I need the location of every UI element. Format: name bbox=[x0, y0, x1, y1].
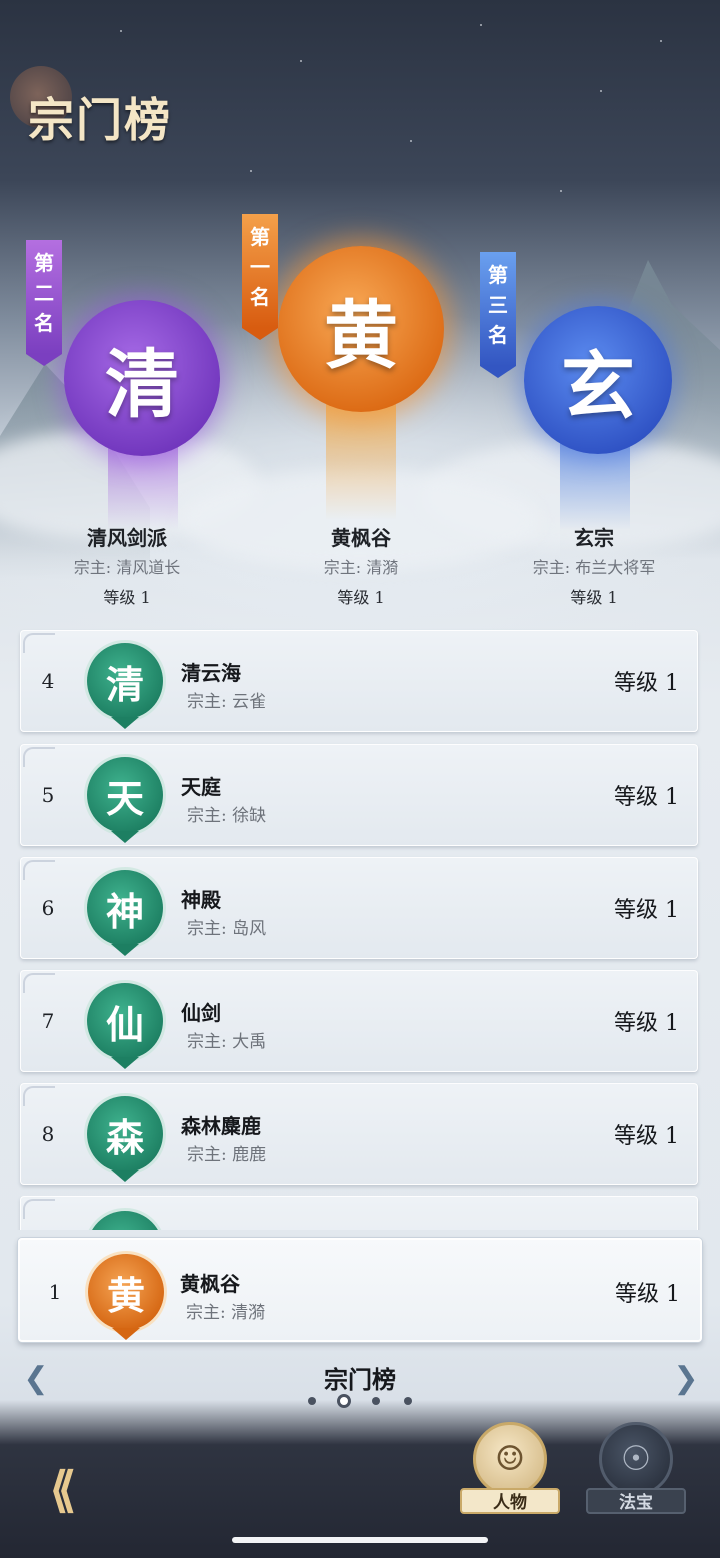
row-rank: 6 bbox=[41, 896, 55, 920]
row-rank: 8 bbox=[41, 1122, 55, 1146]
page-dot-active[interactable] bbox=[337, 1394, 351, 1408]
row-sect-name: 神殿 bbox=[181, 888, 221, 912]
sect-emblem-icon bbox=[87, 1211, 163, 1230]
page-dot[interactable] bbox=[308, 1397, 316, 1405]
my-sect-leader: 宗主: 清漪 bbox=[186, 1303, 266, 1323]
star-decoration bbox=[660, 40, 662, 42]
ranking-row[interactable]: 7 仙 仙剑 宗主: 大禹 等级 1 bbox=[20, 970, 698, 1072]
row-level: 等级 1 bbox=[614, 785, 679, 810]
rank-char: 第 bbox=[488, 263, 508, 287]
podium-second-leader: 宗主: 清风道长 bbox=[73, 558, 181, 577]
my-rank: 1 bbox=[48, 1280, 62, 1304]
emblem-char: 黄 bbox=[106, 1272, 145, 1318]
back-arrow-icon[interactable]: ⟪ bbox=[30, 1462, 96, 1518]
row-level: 等级 1 bbox=[614, 898, 679, 923]
ranking-row[interactable]: 8 森 森林麋鹿 宗主: 鹿鹿 等级 1 bbox=[20, 1083, 698, 1185]
nav-character-label: 人物 bbox=[460, 1488, 560, 1514]
light-beam bbox=[326, 400, 396, 520]
my-sect-level: 等级 1 bbox=[615, 1282, 680, 1307]
row-level: 等级 1 bbox=[614, 671, 679, 696]
row-rank: 7 bbox=[41, 1009, 55, 1033]
rank-char: 二 bbox=[34, 281, 54, 305]
nav-treasure-label: 法宝 bbox=[586, 1488, 686, 1514]
row-level: 等级 1 bbox=[614, 1011, 679, 1036]
rank-char: 一 bbox=[250, 255, 270, 279]
sect-ranking-screen: 宗门榜 清 第 二 名 黄 第 一 名 玄 第 三 名 清风剑派 宗主: 清风道… bbox=[0, 0, 720, 1558]
page-dot[interactable] bbox=[404, 1397, 412, 1405]
page-dot[interactable] bbox=[372, 1397, 380, 1405]
row-sect-name: 森林麋鹿 bbox=[181, 1114, 261, 1138]
rank-badge-second: 第 二 名 bbox=[26, 240, 62, 366]
podium-third-leader: 宗主: 布兰大将军 bbox=[532, 558, 656, 577]
rank-char: 名 bbox=[250, 285, 270, 309]
row-leader: 宗主: 徐缺 bbox=[187, 806, 267, 826]
podium-first-emblem[interactable]: 黄 bbox=[278, 246, 444, 412]
chevron-right-icon[interactable]: ❯ bbox=[670, 1362, 702, 1396]
row-rank: 5 bbox=[41, 783, 55, 807]
rank-badge-first: 第 一 名 bbox=[242, 214, 278, 340]
my-sect-name: 黄枫谷 bbox=[180, 1272, 240, 1296]
rank-char: 第 bbox=[34, 251, 54, 275]
nav-character-button[interactable]: ☺ 人物 bbox=[460, 1422, 560, 1522]
emblem-char: 神 bbox=[105, 888, 144, 934]
my-sect-emblem-icon: 黄 bbox=[88, 1254, 164, 1340]
rank-char: 名 bbox=[488, 323, 508, 347]
row-leader: 宗主: 鹿鹿 bbox=[187, 1145, 267, 1165]
row-sect-name: 天庭 bbox=[181, 775, 221, 799]
row-leader: 宗主: 云雀 bbox=[187, 692, 267, 712]
home-indicator[interactable] bbox=[232, 1537, 488, 1543]
star-decoration bbox=[250, 170, 252, 172]
gourd-icon: ☉ bbox=[599, 1422, 673, 1496]
row-leader: 宗主: 大禹 bbox=[187, 1032, 267, 1052]
row-rank: 4 bbox=[41, 669, 55, 693]
sect-emblem-icon: 森 bbox=[87, 1096, 163, 1182]
podium-first-leader: 宗主: 清漪 bbox=[323, 558, 399, 577]
emblem-char: 森 bbox=[105, 1114, 144, 1160]
row-level: 等级 1 bbox=[614, 1124, 679, 1149]
pager-title: 宗门榜 bbox=[324, 1365, 396, 1394]
page-title: 宗门榜 bbox=[28, 93, 172, 147]
emblem-char: 清 bbox=[105, 661, 144, 707]
emblem-char: 天 bbox=[105, 775, 144, 821]
list-overflow-peek bbox=[0, 1196, 720, 1230]
my-sect-row[interactable]: 1 黄 黄枫谷 宗主: 清漪 等级 1 bbox=[18, 1238, 702, 1342]
podium-second-emblem[interactable]: 清 bbox=[64, 300, 220, 456]
sect-emblem-icon: 清 bbox=[87, 643, 163, 729]
podium-second-name: 清风剑派 bbox=[87, 526, 167, 550]
podium-third-level: 等级 1 bbox=[570, 588, 618, 607]
podium-first-level: 等级 1 bbox=[337, 588, 385, 607]
ranking-row[interactable]: 5 天 天庭 宗主: 徐缺 等级 1 bbox=[20, 744, 698, 846]
rank-char: 名 bbox=[34, 311, 54, 335]
rank-badge-third: 第 三 名 bbox=[480, 252, 516, 378]
nav-treasure-button[interactable]: ☉ 法宝 bbox=[586, 1422, 686, 1522]
sect-emblem-icon: 神 bbox=[87, 870, 163, 956]
podium-second-emblem-char: 清 bbox=[105, 341, 179, 428]
star-decoration bbox=[560, 190, 562, 192]
rank-char: 三 bbox=[488, 293, 508, 317]
emblem-char: 仙 bbox=[105, 1001, 144, 1047]
sect-emblem-icon: 天 bbox=[87, 757, 163, 843]
star-decoration bbox=[600, 90, 602, 92]
star-decoration bbox=[410, 140, 412, 142]
row-leader: 宗主: 岛风 bbox=[187, 919, 267, 939]
podium-third-emblem[interactable]: 玄 bbox=[524, 306, 672, 454]
star-decoration bbox=[480, 24, 482, 26]
star-decoration bbox=[120, 30, 122, 32]
ranking-row[interactable]: 4 清 清云海 宗主: 云雀 等级 1 bbox=[20, 630, 698, 732]
page-indicator bbox=[300, 1394, 420, 1408]
character-icon: ☺ bbox=[473, 1422, 547, 1496]
ranking-row-partial[interactable] bbox=[20, 1196, 698, 1230]
row-sect-name: 清云海 bbox=[181, 661, 241, 685]
sect-emblem-icon: 仙 bbox=[87, 983, 163, 1069]
podium-first-name: 黄枫谷 bbox=[331, 526, 391, 550]
rank-char: 第 bbox=[250, 225, 270, 249]
podium-third-emblem-char: 玄 bbox=[561, 343, 635, 430]
podium-second-level: 等级 1 bbox=[103, 588, 151, 607]
ranking-row[interactable]: 6 神 神殿 宗主: 岛风 等级 1 bbox=[20, 857, 698, 959]
podium-third-name: 玄宗 bbox=[574, 526, 614, 550]
row-sect-name: 仙剑 bbox=[181, 1001, 221, 1025]
star-decoration bbox=[300, 60, 302, 62]
podium-first-emblem-char: 黄 bbox=[324, 292, 398, 379]
